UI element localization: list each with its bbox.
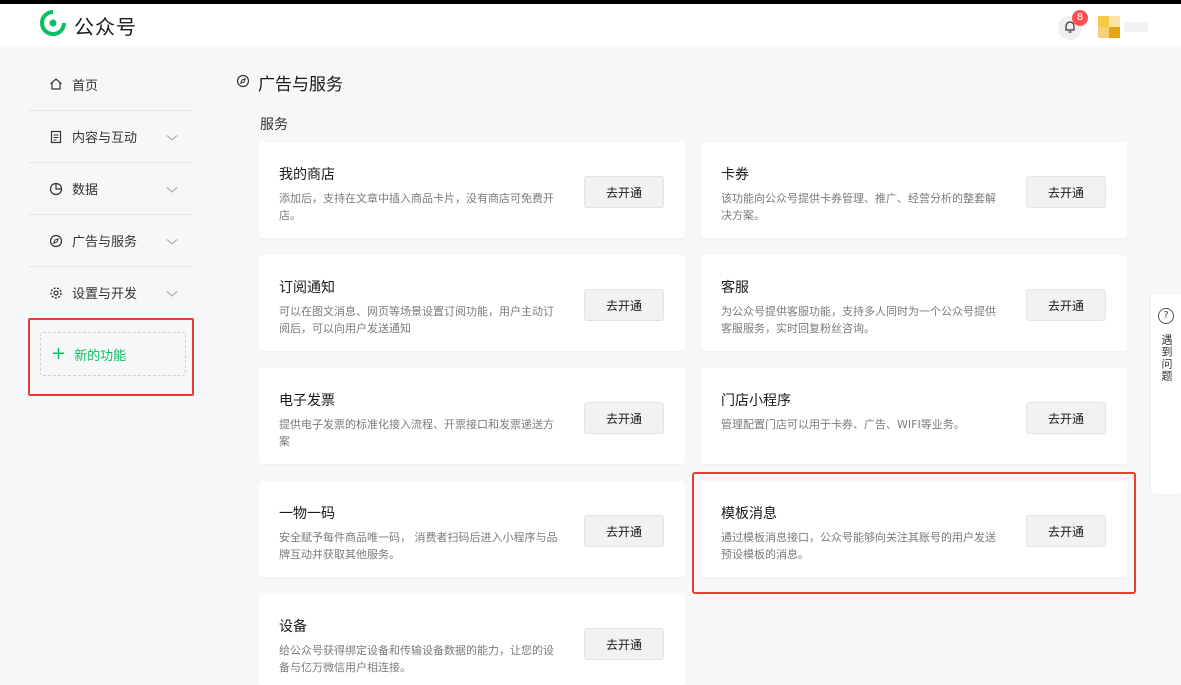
- card-title: 门店小程序: [721, 393, 791, 409]
- page-title: 广告与服务: [258, 75, 343, 95]
- sidebar-item-data[interactable]: 数据: [28, 162, 194, 214]
- question-icon: ?: [1158, 308, 1174, 324]
- brand[interactable]: 公众号: [40, 9, 137, 40]
- help-tab[interactable]: ? 遇到问题: [1151, 294, 1181, 494]
- open-button[interactable]: 去开通: [1026, 176, 1106, 208]
- open-button[interactable]: 去开通: [584, 515, 664, 547]
- card-description: 管理配置门店可以用于卡券、广告、WIFI等业务。: [721, 418, 965, 431]
- card-title: 客服: [721, 280, 749, 296]
- card-description: 为公众号提供客服功能，支持多人同时为一个公众号提供客服服务，实时回复粉丝咨询。: [721, 305, 996, 335]
- card-title: 设备: [279, 619, 307, 635]
- pie-chart-icon: [48, 181, 64, 197]
- chevron-down-icon: [166, 131, 178, 146]
- card-title: 我的商店: [279, 167, 335, 183]
- add-new-feature-button[interactable]: + 新的功能: [40, 332, 186, 376]
- sidebar-item-content[interactable]: 内容与互动: [28, 110, 194, 162]
- service-card-my-store: 我的商店 添加后，支持在文章中插入商品卡片，没有商店可免费开店。 去开通: [259, 142, 685, 238]
- sidebar-item-home[interactable]: 首页: [28, 58, 194, 110]
- card-description: 提供电子发票的标准化接入流程、开票接口和发票递送方案: [279, 418, 554, 448]
- chevron-down-icon: [166, 235, 178, 250]
- card-title: 一物一码: [279, 506, 335, 522]
- card-description: 添加后，支持在文章中插入商品卡片，没有商店可免费开店。: [279, 192, 554, 222]
- card-title: 订阅通知: [279, 280, 335, 296]
- avatar[interactable]: [1098, 16, 1120, 38]
- sidebar: 首页 内容与互动 数据 广告与服务 设置与开发: [28, 58, 194, 318]
- account-name-blurred: [1124, 22, 1148, 32]
- open-button[interactable]: 去开通: [584, 628, 664, 660]
- sidebar-item-settings[interactable]: 设置与开发: [28, 266, 194, 318]
- sidebar-item-label: 首页: [72, 78, 99, 94]
- plus-icon: +: [51, 343, 67, 364]
- sidebar-item-label: 数据: [72, 183, 99, 198]
- service-card-store-mini-program: 门店小程序 管理配置门店可以用于卡券、广告、WIFI等业务。 去开通: [701, 368, 1127, 464]
- service-card-e-invoice: 电子发票 提供电子发票的标准化接入流程、开票接口和发票递送方案 去开通: [259, 368, 685, 464]
- wechat-official-logo-icon: [40, 9, 67, 40]
- home-icon: [48, 76, 64, 92]
- new-feature-label: 新的功能: [74, 348, 127, 364]
- sidebar-item-label: 设置与开发: [72, 287, 138, 302]
- card-description: 安全赋予每件商品唯一码， 消费者扫码后进入小程序与品牌互动并获取其他服务。: [279, 531, 558, 561]
- open-button[interactable]: 去开通: [1026, 402, 1106, 434]
- compass-icon: [48, 233, 64, 249]
- service-card-device: 设备 给公众号获得绑定设备和传输设备数据的能力，让您的设备与亿万微信用户相连接。…: [259, 594, 685, 685]
- open-button[interactable]: 去开通: [584, 402, 664, 434]
- chevron-down-icon: [166, 183, 178, 198]
- service-card-customer-service: 客服 为公众号提供客服功能，支持多人同时为一个公众号提供客服服务，实时回复粉丝咨…: [701, 255, 1127, 351]
- chevron-down-icon: [166, 287, 178, 302]
- brand-title: 公众号: [74, 14, 137, 39]
- help-label: 遇到问题: [1160, 334, 1173, 382]
- card-description: 给公众号获得绑定设备和传输设备数据的能力，让您的设备与亿万微信用户相连接。: [279, 644, 554, 674]
- sidebar-item-ads-services[interactable]: 广告与服务: [28, 214, 194, 266]
- page-header: 广告与服务: [236, 70, 343, 95]
- service-card-one-item-one-code: 一物一码 安全赋予每件商品唯一码， 消费者扫码后进入小程序与品牌互动并获取其他服…: [259, 481, 685, 577]
- sidebar-item-label: 内容与互动: [72, 131, 138, 146]
- sidebar-item-label: 广告与服务: [72, 235, 138, 250]
- section-title: 服务: [260, 117, 288, 133]
- card-description: 可以在图文消息、网页等场景设置订阅功能，用户主动订阅后，可以向用户发送通知: [279, 305, 554, 335]
- service-card-subscription-notice: 订阅通知 可以在图文消息、网页等场景设置订阅功能，用户主动订阅后，可以向用户发送…: [259, 255, 685, 351]
- open-button[interactable]: 去开通: [584, 176, 664, 208]
- top-bar: 公众号 8: [0, 0, 1181, 46]
- document-icon: [48, 129, 64, 145]
- card-title: 电子发票: [279, 393, 335, 409]
- notification-badge: 8: [1072, 10, 1088, 26]
- card-description: 该功能向公众号提供卡券管理、推广、经营分析的整套解决方案。: [721, 192, 996, 222]
- service-card-coupons: 卡券 该功能向公众号提供卡券管理、推广、经营分析的整套解决方案。 去开通: [701, 142, 1127, 238]
- compass-icon: [236, 73, 250, 92]
- gear-icon: [48, 285, 64, 301]
- template-message-highlight: [692, 472, 1136, 594]
- open-button[interactable]: 去开通: [584, 289, 664, 321]
- card-title: 卡券: [721, 167, 749, 183]
- open-button[interactable]: 去开通: [1026, 289, 1106, 321]
